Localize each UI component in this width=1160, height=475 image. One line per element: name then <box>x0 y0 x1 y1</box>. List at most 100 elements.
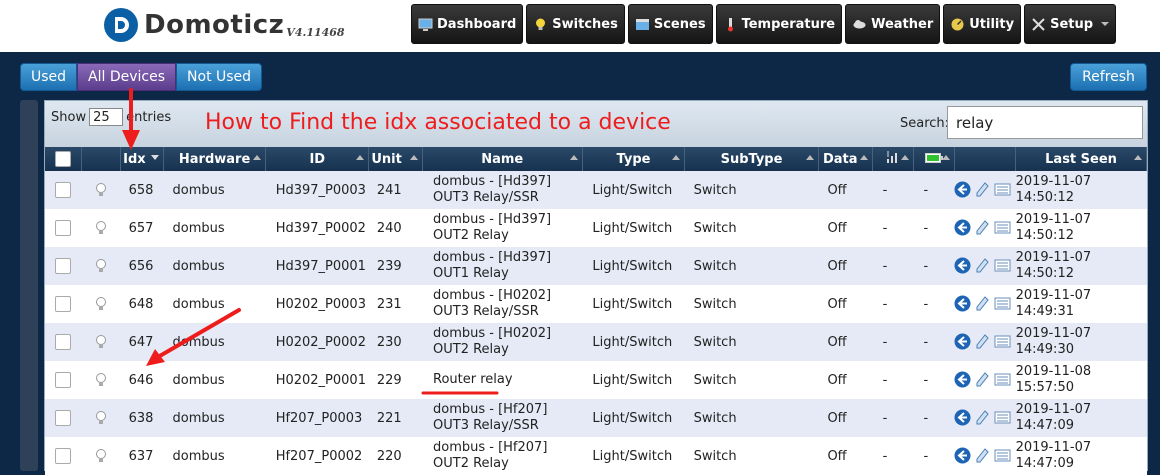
col-subtype-header[interactable]: SubType <box>684 147 819 171</box>
col-data-header[interactable]: Data <box>818 147 874 171</box>
nav-weather-button[interactable]: Weather <box>845 4 941 44</box>
last-seen-time: 15:57:50 <box>1015 380 1074 395</box>
col-battery-header[interactable] <box>913 147 955 171</box>
back-arrow-icon[interactable] <box>954 371 971 388</box>
filter-all-devices-button[interactable]: All Devices <box>77 63 177 91</box>
table-row[interactable]: 648 dombus H0202_P0003 231 dombus - [H0202] O… <box>45 285 1147 323</box>
idx-cell: 646 <box>120 361 164 399</box>
edit-pencil-icon[interactable] <box>974 219 991 236</box>
log-icon[interactable] <box>994 295 1011 312</box>
domoticz-logo[interactable]: Domoticz V4.11468 <box>104 8 345 42</box>
nav-temperature-button[interactable]: Temperature <box>715 4 843 44</box>
id-cell: H0202_P0003 <box>265 285 369 323</box>
log-icon[interactable] <box>994 447 1011 464</box>
back-arrow-icon[interactable] <box>954 181 971 198</box>
col-last-seen-header[interactable]: Last Seen <box>1015 147 1147 171</box>
battery-cell: - <box>913 361 955 399</box>
back-arrow-icon[interactable] <box>954 409 971 426</box>
select-all-header[interactable] <box>45 147 83 171</box>
nav-switches-button[interactable]: Switches <box>526 4 625 44</box>
nav-utility-button[interactable]: Utility <box>943 4 1022 44</box>
col-hardware-header[interactable]: Hardware <box>163 147 267 171</box>
select-all-checkbox[interactable] <box>55 151 72 167</box>
refresh-button[interactable]: Refresh <box>1070 63 1147 91</box>
name-line-2: OUT2 Relay <box>433 228 509 243</box>
annotation-text: How to Find the idx associated to a devi… <box>205 110 671 135</box>
edit-pencil-icon[interactable] <box>974 447 991 464</box>
subtype-cell: Switch <box>684 209 819 247</box>
last-seen-cell: 2019-11-08 15:57:50 <box>1015 361 1147 399</box>
bulb-icon <box>96 373 107 386</box>
edit-pencil-icon[interactable] <box>974 295 991 312</box>
devices-panel: Show 25 entries How to Find the idx asso… <box>44 100 1148 475</box>
battery-cell: - <box>913 209 955 247</box>
col-id-header[interactable]: ID <box>265 147 370 171</box>
log-icon[interactable] <box>994 333 1011 350</box>
row-checkbox[interactable] <box>55 220 72 236</box>
search-input[interactable] <box>947 106 1143 139</box>
actions-cell <box>954 399 1016 437</box>
table-row[interactable]: 637 dombus Hf207_P0002 220 dombus - [Hf207] O… <box>45 437 1147 475</box>
actions-cell <box>954 209 1016 247</box>
table-row[interactable]: 646 dombus H0202_P0001 229 Router relay Light… <box>45 361 1147 399</box>
table-row[interactable]: 657 dombus Hd397_P0002 240 dombus - [Hd397] O… <box>45 209 1147 247</box>
subtype-cell: Switch <box>684 171 819 209</box>
log-icon[interactable] <box>994 257 1011 274</box>
last-seen-cell: 2019-11-07 14:50:12 <box>1015 209 1147 247</box>
page-size-select[interactable]: 25 <box>89 108 124 126</box>
actions-cell <box>954 323 1016 361</box>
row-checkbox[interactable] <box>55 258 72 274</box>
search-label: Search: <box>900 116 950 131</box>
filter-not-used-button[interactable]: Not Used <box>176 63 263 91</box>
battery-cell: - <box>913 171 955 209</box>
col-name-header[interactable]: Name <box>422 147 583 171</box>
back-arrow-icon[interactable] <box>954 257 971 274</box>
name-line-1: dombus - [H0202] <box>433 288 552 303</box>
table-row[interactable]: 638 dombus Hf207_P0003 221 dombus - [Hf207] O… <box>45 399 1147 437</box>
row-checkbox[interactable] <box>55 372 72 388</box>
last-seen-date: 2019-11-07 <box>1015 402 1092 417</box>
back-arrow-icon[interactable] <box>954 447 971 464</box>
nav-scenes-button[interactable]: Scenes <box>627 4 713 44</box>
col-idx-header[interactable]: Idx <box>120 147 165 171</box>
nav-setup-button[interactable]: Setup <box>1024 4 1117 44</box>
row-checkbox[interactable] <box>55 296 72 312</box>
log-icon[interactable] <box>994 371 1011 388</box>
table-row[interactable]: 658 dombus Hd397_P0003 241 dombus - [Hd397] O… <box>45 171 1147 209</box>
edit-pencil-icon[interactable] <box>974 371 991 388</box>
edit-pencil-icon[interactable] <box>974 181 991 198</box>
id-cell: Hd397_P0003 <box>265 171 369 209</box>
row-checkbox[interactable] <box>55 410 72 426</box>
log-icon[interactable] <box>994 181 1011 198</box>
col-signal-header[interactable] <box>872 147 914 171</box>
back-arrow-icon[interactable] <box>954 333 971 350</box>
table-row[interactable]: 656 dombus Hd397_P0001 239 dombus - [Hd397] O… <box>45 247 1147 285</box>
row-checkbox[interactable] <box>55 448 72 464</box>
nav-dashboard-button[interactable]: Dashboard <box>411 4 524 44</box>
nav-label: Scenes <box>653 16 706 32</box>
row-icon-cell <box>81 361 121 399</box>
row-checkbox[interactable] <box>55 182 72 198</box>
back-arrow-icon[interactable] <box>954 295 971 312</box>
back-arrow-icon[interactable] <box>954 219 971 236</box>
last-seen-time: 14:47:09 <box>1015 418 1074 433</box>
edit-pencil-icon[interactable] <box>974 333 991 350</box>
row-checkbox[interactable] <box>55 334 72 350</box>
col-type-header[interactable]: Type <box>582 147 686 171</box>
col-unit-header[interactable]: Unit <box>368 147 423 171</box>
bulb-icon <box>96 335 107 348</box>
gauge-icon <box>950 17 965 32</box>
name-cell: dombus - [Hf207] OUT2 Relay <box>422 437 583 475</box>
id-cell: Hd397_P0001 <box>265 247 369 285</box>
left-scrollbar[interactable] <box>20 100 38 471</box>
log-icon[interactable] <box>994 219 1011 236</box>
filter-used-button[interactable]: Used <box>20 63 78 91</box>
id-cell: Hf207_P0003 <box>265 399 369 437</box>
table-row[interactable]: 647 dombus H0202_P0002 230 dombus - [H0202] O… <box>45 323 1147 361</box>
edit-pencil-icon[interactable] <box>974 409 991 426</box>
log-icon[interactable] <box>994 409 1011 426</box>
edit-pencil-icon[interactable] <box>974 257 991 274</box>
signal-cell: - <box>872 171 914 209</box>
devices-table: Idx Hardware ID Unit Name Type SubType D… <box>45 147 1147 475</box>
bulb-icon <box>96 259 107 272</box>
